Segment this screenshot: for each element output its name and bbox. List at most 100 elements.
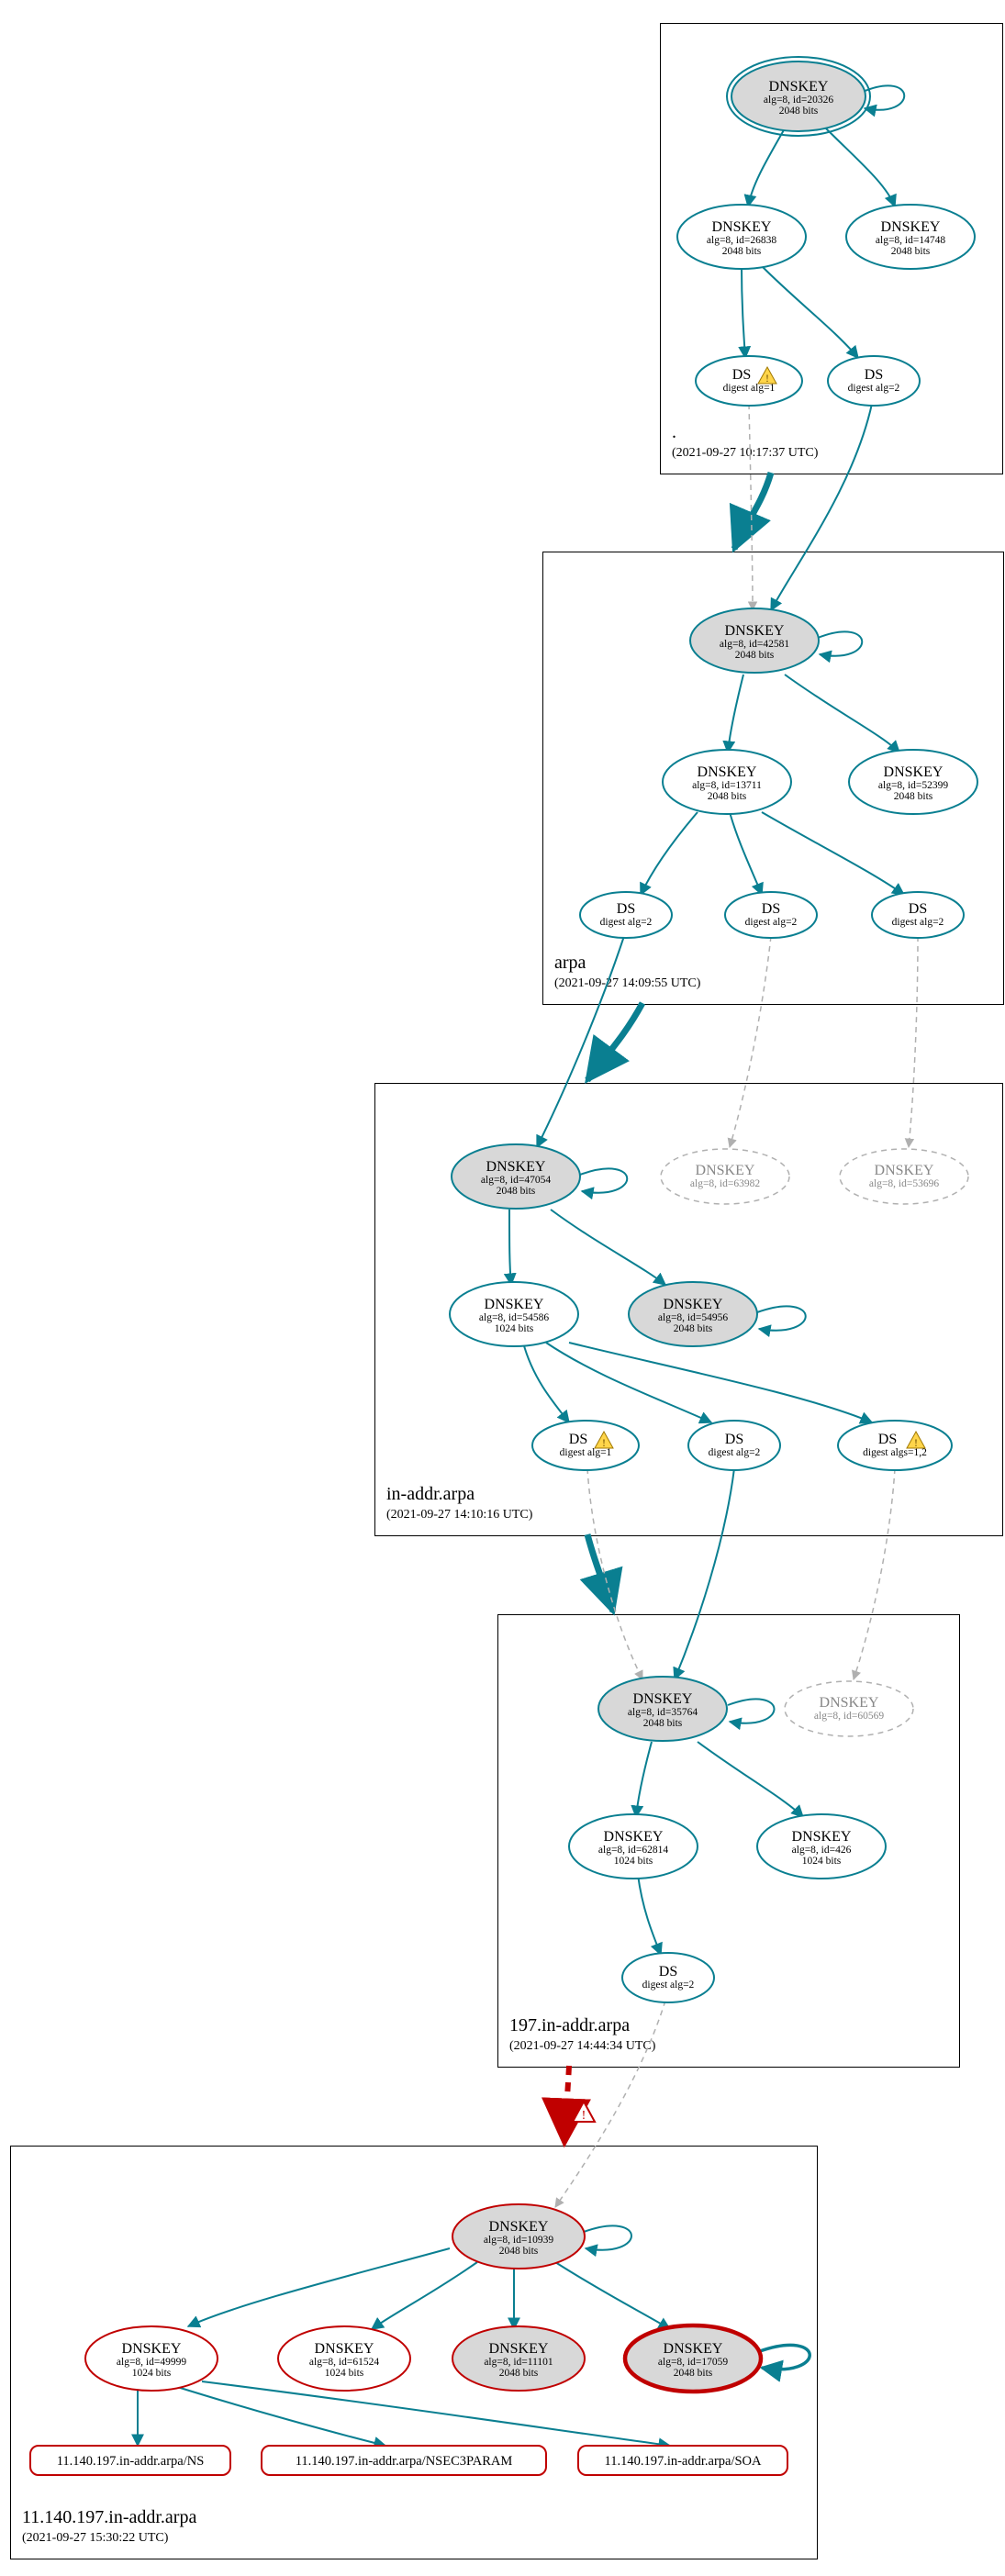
svg-text:2048 bits: 2048 bits bbox=[722, 246, 762, 257]
svg-text:DNSKEY: DNSKEY bbox=[486, 1159, 546, 1175]
svg-text:alg=8, id=60569: alg=8, id=60569 bbox=[814, 1711, 884, 1722]
svg-text:DS: DS bbox=[909, 901, 927, 917]
svg-text:11.140.197.in-addr.arpa/SOA: 11.140.197.in-addr.arpa/SOA bbox=[604, 2454, 762, 2469]
node-root-dnskey-20326: DNSKEY alg=8, id=20326 2048 bits bbox=[727, 57, 870, 136]
edge-11-k1-k5 bbox=[555, 2262, 670, 2329]
node-11-rr-nsec3param: 11.140.197.in-addr.arpa/NSEC3PARAM bbox=[262, 2446, 546, 2475]
svg-text:DNSKEY: DNSKEY bbox=[664, 2341, 723, 2357]
svg-text:!: ! bbox=[765, 372, 769, 385]
edge-root-ds1-arpak1 bbox=[749, 404, 753, 610]
svg-text:alg=8, id=63982: alg=8, id=63982 bbox=[690, 1178, 760, 1189]
svg-text:DS: DS bbox=[732, 367, 751, 383]
svg-text:alg=8, id=26838: alg=8, id=26838 bbox=[707, 235, 776, 246]
svg-text:digest alg=2: digest alg=2 bbox=[848, 383, 900, 394]
svg-text:2048 bits: 2048 bits bbox=[708, 791, 747, 802]
svg-text:DNSKEY: DNSKEY bbox=[875, 1163, 934, 1178]
svg-text:1024 bits: 1024 bits bbox=[325, 2368, 364, 2379]
edge-197-k1-k3 bbox=[698, 1742, 803, 1817]
svg-text:1024 bits: 1024 bits bbox=[132, 2368, 172, 2379]
edge-197-k2-ds bbox=[638, 1875, 661, 1955]
svg-text:digest alg=2: digest alg=2 bbox=[642, 1979, 695, 1991]
node-arpa-dnskey-13711: DNSKEY alg=8, id=13711 2048 bits bbox=[663, 750, 791, 814]
edge-arpa-ds2-iagk1 bbox=[730, 936, 771, 1147]
node-11-rr-ns: 11.140.197.in-addr.arpa/NS bbox=[30, 2446, 230, 2475]
edge-arpa-k2-ds3 bbox=[762, 812, 904, 895]
edge-arpa-k1-k3 bbox=[785, 675, 899, 753]
edge-zone-root-to-arpa bbox=[734, 473, 771, 549]
svg-text:DS: DS bbox=[569, 1432, 587, 1447]
svg-text:alg=8, id=61524: alg=8, id=61524 bbox=[309, 2357, 379, 2368]
edge-11-k1-self bbox=[584, 2225, 631, 2249]
edge-zone-197-to-11-broken bbox=[564, 2066, 569, 2143]
svg-text:2048 bits: 2048 bits bbox=[643, 1718, 683, 1729]
node-197-dnskey-62814: DNSKEY alg=8, id=62814 1024 bits bbox=[569, 1814, 698, 1879]
node-11-dnskey-11101: DNSKEY alg=8, id=11101 2048 bits bbox=[452, 2326, 585, 2391]
edge-root-k1-k2 bbox=[748, 128, 785, 206]
svg-text:alg=8, id=53696: alg=8, id=53696 bbox=[869, 1178, 939, 1189]
svg-text:alg=8, id=10939: alg=8, id=10939 bbox=[484, 2235, 553, 2246]
node-arpa-dnskey-42581: DNSKEY alg=8, id=42581 2048 bits bbox=[690, 608, 819, 673]
node-inaddr-dnskey-47054: DNSKEY alg=8, id=47054 2048 bits bbox=[452, 1144, 580, 1209]
node-inaddr-dnskey-54956: DNSKEY alg=8, id=54956 2048 bits bbox=[629, 1282, 757, 1346]
svg-text:2048 bits: 2048 bits bbox=[499, 2246, 539, 2257]
svg-text:alg=8, id=62814: alg=8, id=62814 bbox=[598, 1845, 668, 1856]
node-inaddr-ds-1: DS digest alg=1 bbox=[532, 1421, 639, 1470]
svg-text:DNSKEY: DNSKEY bbox=[633, 1691, 693, 1707]
edge-197-k1-self bbox=[728, 1699, 775, 1723]
svg-text:1024 bits: 1024 bits bbox=[802, 1856, 842, 1867]
edge-ia-ds3-197gk bbox=[854, 1468, 895, 1679]
svg-text:DNSKEY: DNSKEY bbox=[315, 2341, 374, 2357]
svg-text:DNSKEY: DNSKEY bbox=[792, 1829, 852, 1845]
svg-text:DS: DS bbox=[762, 901, 780, 917]
svg-text:2048 bits: 2048 bits bbox=[779, 106, 819, 117]
svg-text:!: ! bbox=[602, 1436, 606, 1449]
svg-text:alg=8, id=11101: alg=8, id=11101 bbox=[484, 2357, 553, 2368]
svg-text:digest alg=2: digest alg=2 bbox=[892, 917, 944, 928]
node-11-dnskey-49999: DNSKEY alg=8, id=49999 1024 bits bbox=[85, 2326, 218, 2391]
svg-text:2048 bits: 2048 bits bbox=[891, 246, 931, 257]
edge-arpa-ds3-iagk2 bbox=[909, 936, 918, 1147]
warn-icon-broken-arrow: ! bbox=[573, 2102, 595, 2123]
edge-197-k1-k2 bbox=[636, 1742, 652, 1817]
edge-root-ds2-arpak1 bbox=[771, 404, 872, 610]
node-arpa-ds-3: DS digest alg=2 bbox=[872, 892, 964, 938]
dnssec-graph-canvas: DNSKEY alg=8, id=20326 2048 bits DNSKEY … bbox=[0, 0, 1005, 2576]
node-11-dnskey-10939: DNSKEY alg=8, id=10939 2048 bits bbox=[452, 2204, 585, 2269]
svg-text:2048 bits: 2048 bits bbox=[674, 2368, 713, 2379]
edge-197-ds-11k1 bbox=[555, 2001, 665, 2207]
node-197-dnskey-35764: DNSKEY alg=8, id=35764 2048 bits bbox=[598, 1677, 727, 1741]
edge-arpa-k1-self bbox=[818, 631, 862, 655]
edge-ia-k1-k3 bbox=[551, 1210, 665, 1285]
svg-text:11.140.197.in-addr.arpa/NSEC3P: 11.140.197.in-addr.arpa/NSEC3PARAM bbox=[296, 2454, 513, 2469]
svg-text:alg=8, id=17059: alg=8, id=17059 bbox=[658, 2357, 728, 2368]
edge-11-k2-r3 bbox=[202, 2381, 670, 2446]
edge-11-k5-self bbox=[760, 2345, 810, 2369]
svg-text:DNSKEY: DNSKEY bbox=[698, 764, 757, 780]
node-root-dnskey-26838: DNSKEY alg=8, id=26838 2048 bits bbox=[677, 205, 806, 269]
node-arpa-ds-2: DS digest alg=2 bbox=[725, 892, 817, 938]
edge-root-k2-ds1 bbox=[742, 266, 745, 358]
edge-ia-k1-k2 bbox=[509, 1210, 511, 1285]
edge-arpa-k2-ds1 bbox=[641, 812, 698, 895]
edge-ia-ds2-197k1 bbox=[675, 1468, 734, 1679]
edge-ia-k2-ds3 bbox=[569, 1343, 872, 1422]
svg-text:DNSKEY: DNSKEY bbox=[820, 1695, 879, 1711]
svg-text:digest alg=2: digest alg=2 bbox=[745, 917, 798, 928]
node-11-dnskey-61524: DNSKEY alg=8, id=61524 1024 bits bbox=[278, 2326, 410, 2391]
edge-arpa-k1-k2 bbox=[728, 675, 743, 753]
node-inaddr-dnskey-54586: DNSKEY alg=8, id=54586 1024 bits bbox=[450, 1282, 578, 1346]
svg-text:alg=8, id=35764: alg=8, id=35764 bbox=[628, 1707, 698, 1718]
svg-text:2048 bits: 2048 bits bbox=[674, 1323, 713, 1334]
svg-text:2048 bits: 2048 bits bbox=[497, 1186, 536, 1197]
node-197-dnskey-60569-ghost: DNSKEY alg=8, id=60569 bbox=[785, 1681, 913, 1736]
edge-ia-k3-self bbox=[757, 1306, 806, 1330]
svg-text:DS: DS bbox=[725, 1432, 743, 1447]
edge-ia-ds1-197k1 bbox=[587, 1468, 642, 1679]
svg-text:2048 bits: 2048 bits bbox=[735, 650, 775, 661]
svg-text:DNSKEY: DNSKEY bbox=[604, 1829, 664, 1845]
edge-arpa-k2-ds2 bbox=[730, 812, 762, 895]
node-arpa-dnskey-52399: DNSKEY alg=8, id=52399 2048 bits bbox=[849, 750, 977, 814]
edge-zone-inaddr-to-197 bbox=[587, 1534, 613, 1611]
svg-text:!: ! bbox=[582, 2109, 586, 2123]
edge-arpa-ds1-iak1 bbox=[537, 936, 624, 1147]
